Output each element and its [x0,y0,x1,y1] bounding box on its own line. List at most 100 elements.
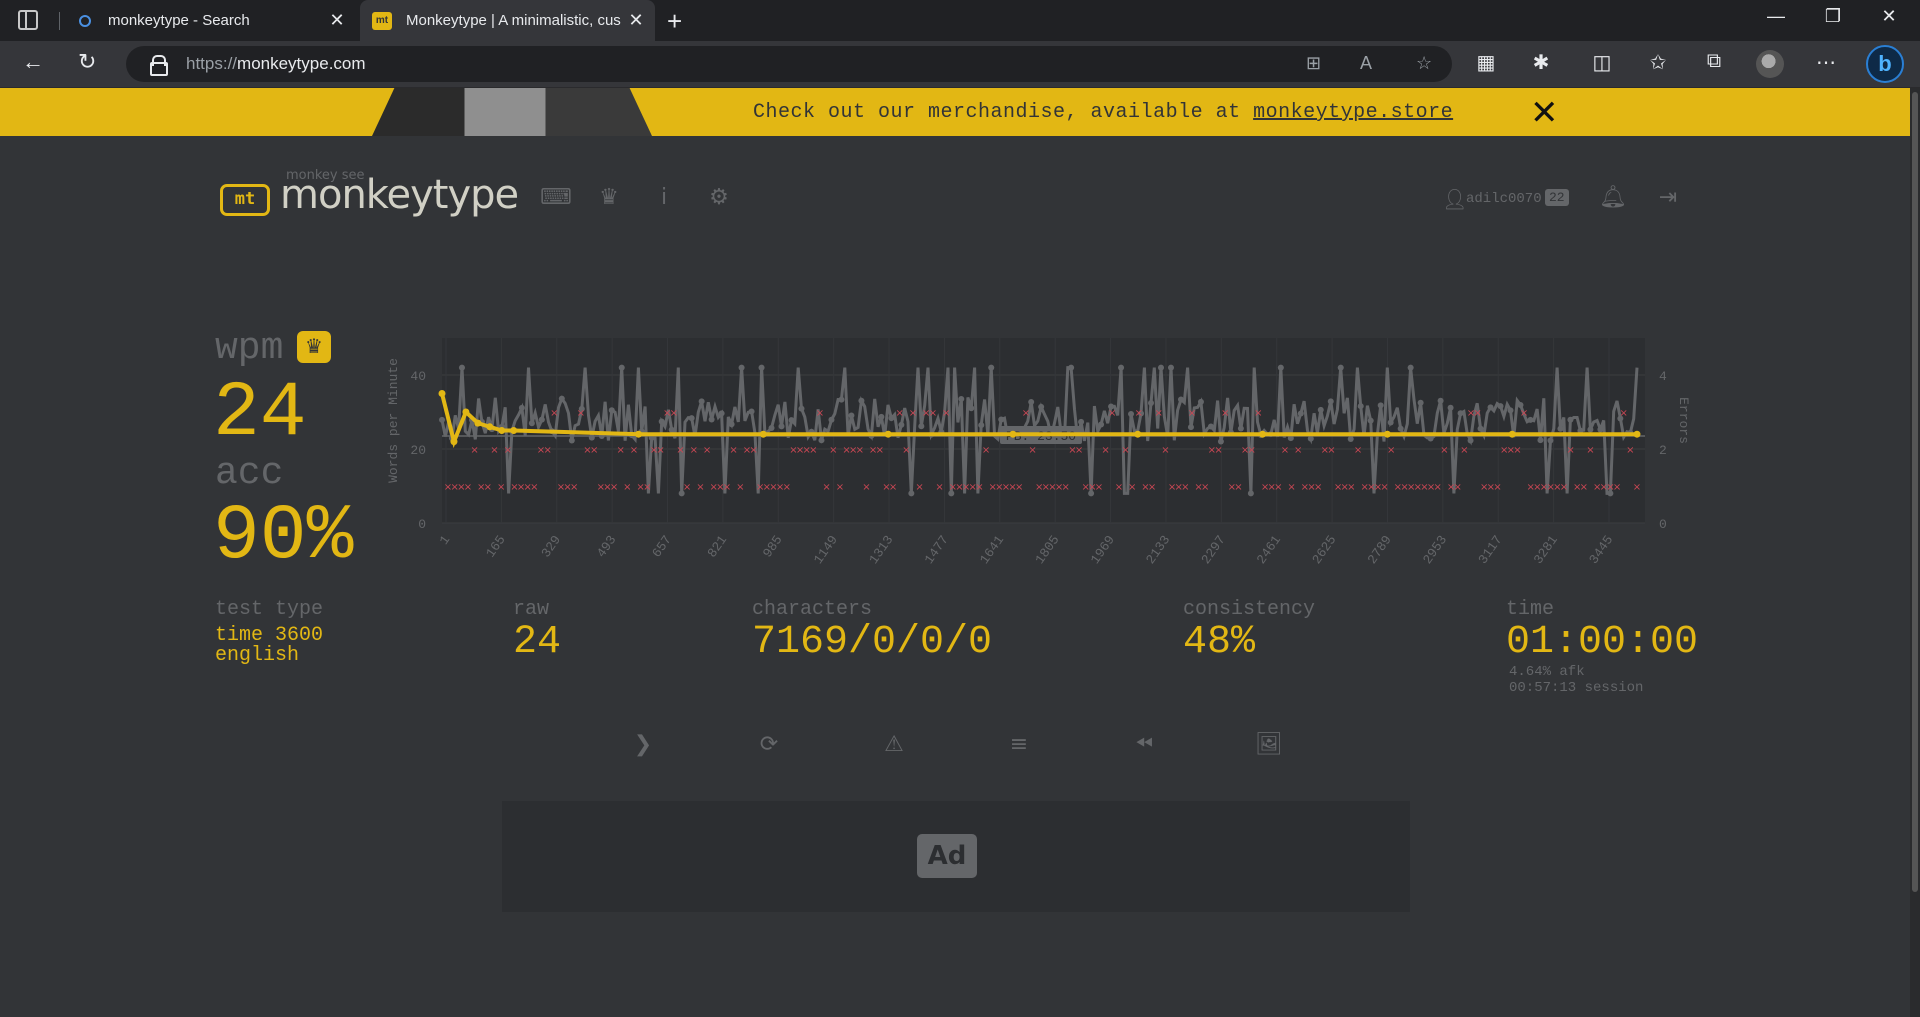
error-marker: × [610,482,618,493]
refresh-icon[interactable]: ↻ [78,49,96,75]
words-history-icon[interactable]: ≡ [1004,732,1034,757]
settings-gear-icon[interactable]: ⚙ [704,185,734,210]
app-available-icon[interactable]: ⊞ [1306,53,1321,74]
raw-point [1477,425,1484,432]
browser-tab-search[interactable]: monkeytype - Search ✕ [64,0,356,41]
afk-percentage: 4.64% afk [1509,664,1585,680]
raw-point [908,490,915,497]
error-marker: × [723,482,731,493]
x-tick-label: 1969 [1088,533,1118,567]
tab-title: monkeytype - Search [108,12,250,29]
next-test-icon[interactable]: ❯ [628,732,658,757]
account-username[interactable]: adilc0070 [1466,191,1542,207]
window-close-icon[interactable]: ✕ [1866,6,1912,27]
replay-icon[interactable]: ⏪︎ [1129,732,1159,757]
merch-banner: Check out our merchandise, available at … [0,88,1910,136]
x-tick-label: 2297 [1198,533,1228,567]
store-link[interactable]: monkeytype.store [1253,101,1453,124]
raw-point [1277,364,1284,371]
error-marker: × [1148,482,1156,493]
raw-point [1038,403,1045,410]
url-text[interactable]: https://monkeytype.com [186,54,366,74]
wpm-point [1633,430,1641,438]
extensions-icon[interactable]: ✱ [1527,50,1555,75]
error-marker: × [1015,482,1023,493]
x-tick-label: 165 [483,533,509,561]
raw-point [698,398,705,405]
error-marker: × [490,445,498,456]
raw-point [878,413,885,420]
raw-point [888,415,895,422]
error-marker: × [696,482,704,493]
profile-avatar[interactable] [1756,50,1784,78]
user-icon[interactable]: 👤︎ [1442,187,1467,212]
wpm-chart[interactable]: 0 20 40 0 2 4 Words per Minute Errors 1 165 329 493… [380,330,1700,590]
wpm-point [1383,430,1391,438]
favorites-icon[interactable]: ✩ [1644,50,1672,75]
address-bar[interactable]: https://monkeytype.com ⊞ A ☆ [126,46,1452,82]
banner-close-icon[interactable]: ✕ [1530,93,1559,133]
raw-point [1167,364,1174,371]
raw-point [1028,399,1035,406]
error-marker: × [484,482,492,493]
raw-point [898,421,905,428]
x-tick-label: 657 [649,533,675,561]
tab-close-icon[interactable]: ✕ [627,10,645,31]
characters-label: characters [752,598,873,621]
wpm-point [759,430,767,438]
error-marker: × [1128,482,1136,493]
wpm-point [635,430,643,438]
wpm-point [462,408,470,416]
logo-text[interactable]: monkeytype [280,172,519,218]
crown-leaderboard-icon[interactable]: ♛ [594,185,624,210]
back-icon[interactable]: ← [22,49,44,75]
logo-icon[interactable]: mt [220,184,270,216]
raw-point [1177,396,1184,403]
notifications-bell-icon[interactable]: 🔔︎ [1598,185,1628,210]
consistency-label: consistency [1183,598,1316,621]
personal-best-crown-icon: ♛ [297,331,331,363]
raw-point [728,421,735,428]
error-marker: × [1095,482,1103,493]
browser-tab-monkeytype[interactable]: mt Monkeytype | A minimalistic, cus ✕ [360,0,655,41]
lock-icon[interactable] [150,55,168,76]
raw-point [788,417,795,424]
info-icon[interactable]: i [649,185,679,210]
report-warning-icon[interactable]: ⚠ [879,732,909,757]
error-marker: × [703,445,711,456]
scrollbar-thumb[interactable] [1912,92,1918,892]
raw-point [1507,407,1514,414]
raw-point [848,412,855,419]
tab-close-icon[interactable]: ✕ [328,10,346,31]
ad-container[interactable]: Ad [502,801,1410,912]
y2-tick-label: 2 [1659,443,1667,458]
bing-copilot-icon[interactable]: b [1866,45,1904,83]
restart-test-icon[interactable]: ⟳ [754,732,784,757]
screenshot-image-icon[interactable]: 🖼︎ [1254,732,1284,757]
logout-icon[interactable]: ⇥ [1653,185,1683,210]
raw-point [1237,425,1244,432]
error-marker: × [1254,408,1262,419]
raw-point [1457,410,1464,417]
favorite-star-icon[interactable]: ☆ [1416,53,1432,74]
new-tab-icon[interactable]: + [667,6,682,37]
collections-icon[interactable]: ⧉ [1700,50,1728,73]
read-aloud-icon[interactable]: A [1360,53,1372,74]
keyboard-icon[interactable]: ⌨ [540,185,572,210]
error-marker: × [829,445,837,456]
error-marker: × [982,445,990,456]
restore-icon[interactable]: ❐ [1810,6,1856,27]
raw-point [538,416,545,423]
error-marker: × [1613,482,1621,493]
x-tick-label: 1 [437,533,454,548]
split-screen-icon[interactable]: ◫ [1588,50,1616,75]
extension-calendar-icon[interactable]: ▦ [1472,50,1500,75]
error-marker: × [1566,445,1574,456]
minimize-icon[interactable]: — [1753,6,1799,27]
error-marker: × [1460,445,1468,456]
error-marker: × [530,482,538,493]
tab-actions-icon[interactable] [18,10,38,30]
error-marker: × [1586,445,1594,456]
more-menu-icon[interactable]: ⋯ [1812,50,1840,75]
error-marker: × [1287,482,1295,493]
